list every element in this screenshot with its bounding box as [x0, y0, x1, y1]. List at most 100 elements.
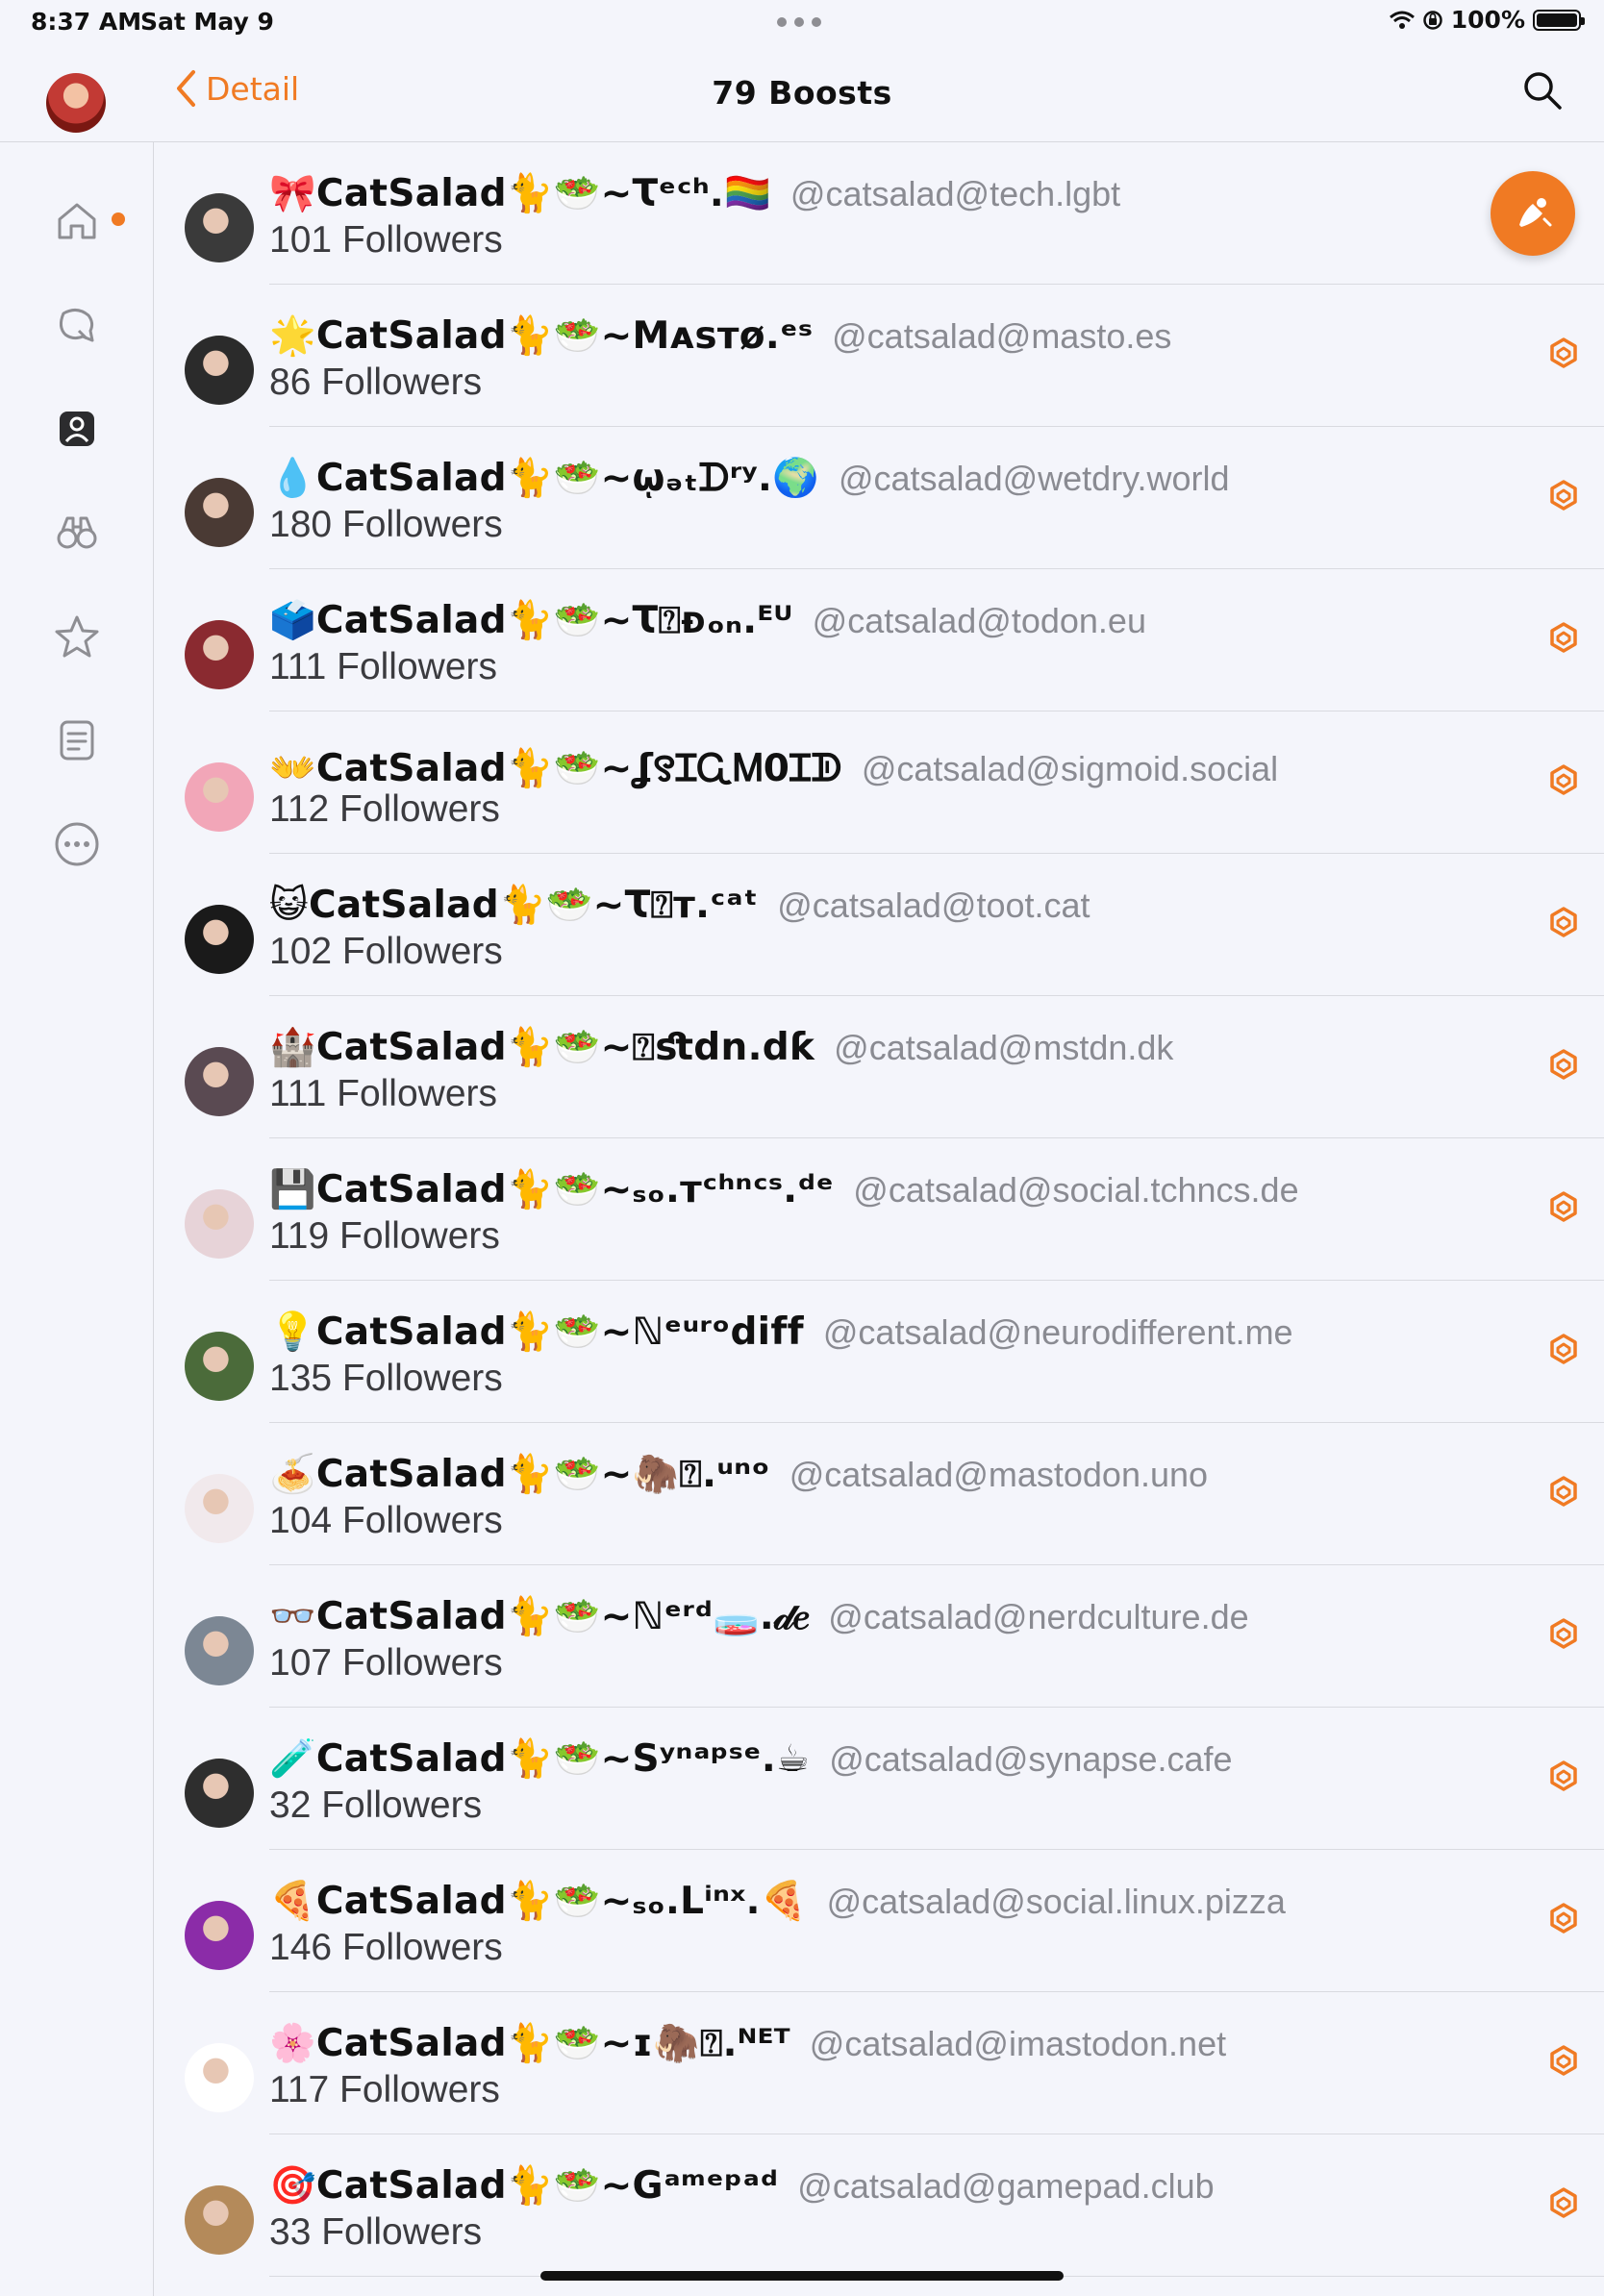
status-date: Sat May 9	[140, 8, 274, 36]
battery-icon	[1533, 9, 1585, 31]
boost-icon[interactable]	[1544, 2184, 1583, 2223]
notifications-icon	[59, 309, 94, 342]
user-avatar[interactable]	[185, 336, 254, 405]
user-avatar[interactable]	[185, 1189, 254, 1259]
display-name: 🏰CatSalad🐈🥗∼⍰ﬆdn.dƙ	[269, 1026, 815, 1069]
sidebar-item-profile[interactable]	[48, 400, 106, 458]
followers-count: 146 Followers	[269, 1927, 503, 1968]
name-line: 🎀CatSalad🐈🥗∼Ꚍᵉᶜʰ.🏳️‍🌈 @catsalad@tech.lgbt	[269, 171, 1469, 215]
user-row[interactable]: 😺CatSalad🐈🥗∼Ꚍ⍰ᴛ.ᶜᵃᵗ @catsalad@toot.cat 102…	[154, 854, 1604, 996]
boost-icon[interactable]	[1544, 1758, 1583, 1796]
boost-icon[interactable]	[1544, 1615, 1583, 1654]
followers-count: 32 Followers	[269, 1784, 483, 1826]
sidebar-item-more[interactable]	[48, 815, 106, 873]
name-line: 🍝CatSalad🐈🥗∼🦣⍰.ᵘⁿᵒ @catsalad@mastodon.uno	[269, 1452, 1469, 1496]
user-avatar[interactable]	[185, 478, 254, 547]
boost-icon[interactable]	[1544, 1046, 1583, 1085]
user-handle: @catsalad@neurodifferent.me	[822, 1312, 1293, 1352]
boost-icon[interactable]	[1544, 904, 1583, 942]
user-row[interactable]: 🌸CatSalad🐈🥗∼ɪ🦣⍰.ᴺᴱᵀ @catsalad@imastodon.n…	[154, 1992, 1604, 2134]
followers-count: 112 Followers	[269, 788, 500, 830]
user-row[interactable]: 💾CatSalad🐈🥗∼ₛₒ.ᴛᶜʰⁿᶜˢ.ᵈᵉ @catsalad@social…	[154, 1138, 1604, 1281]
home-indicator[interactable]	[540, 2271, 1064, 2281]
unread-dot	[112, 212, 125, 226]
user-avatar[interactable]	[185, 1759, 254, 1828]
more-icon	[55, 822, 99, 866]
user-avatar[interactable]	[185, 1047, 254, 1116]
user-avatar[interactable]	[185, 1474, 254, 1543]
compose-icon	[1519, 198, 1552, 227]
user-handle: @catsalad@mstdn.dk	[834, 1028, 1174, 1067]
followers-count: 104 Followers	[269, 1500, 503, 1541]
user-avatar[interactable]	[185, 1901, 254, 1970]
user-avatar[interactable]	[185, 1332, 254, 1401]
boost-icon[interactable]	[1544, 1188, 1583, 1227]
user-handle: @catsalad@social.tchncs.de	[853, 1170, 1299, 1210]
user-avatar[interactable]	[185, 762, 254, 832]
sidebar-item-lists[interactable]	[48, 711, 106, 769]
boost-icon[interactable]	[1544, 761, 1583, 800]
sidebar-item-explore[interactable]	[48, 504, 106, 562]
search-icon[interactable]	[1521, 69, 1564, 112]
followers-count: 101 Followers	[269, 219, 503, 261]
multitasking-dots-icon[interactable]	[777, 17, 821, 27]
status-indicators: 100%	[1389, 6, 1585, 34]
user-avatar[interactable]	[185, 2043, 254, 2112]
user-avatar[interactable]	[185, 2185, 254, 2255]
name-line: 🍕CatSalad🐈🥗∼ₛₒ.Lⁱⁿˣ.🍕 @catsalad@social.li…	[269, 1879, 1469, 1923]
user-row[interactable]: 🌟CatSalad🐈🥗∼Mᴀꜱᴛø.ᵉˢ @catsalad@masto.es 86…	[154, 285, 1604, 427]
name-line: 🗳️CatSalad🐈🥗∼Ꚍ⍰ᴆₒₙ.ᴱᵁ @catsalad@todon.eu	[269, 598, 1469, 642]
followers-count: 135 Followers	[269, 1358, 503, 1399]
user-row[interactable]: 💡CatSalad🐈🥗∼ℕᵉᵘʳᵒdiff @catsalad@neurodiff…	[154, 1281, 1604, 1423]
boost-icon[interactable]	[1544, 619, 1583, 658]
sidebar-item-favorites[interactable]	[48, 608, 106, 665]
followers-count: 180 Followers	[269, 504, 503, 545]
compose-button[interactable]	[1491, 171, 1575, 256]
user-row[interactable]: 🍕CatSalad🐈🥗∼ₛₒ.Lⁱⁿˣ.🍕 @catsalad@social.li…	[154, 1850, 1604, 1992]
status-time: 8:37 AM	[31, 8, 142, 36]
user-row[interactable]: 🗳️CatSalad🐈🥗∼Ꚍ⍰ᴆₒₙ.ᴱᵁ @catsalad@todon.eu 1…	[154, 569, 1604, 711]
display-name: 💡CatSalad🐈🥗∼ℕᵉᵘʳᵒdiff	[269, 1310, 804, 1354]
user-row[interactable]: 👐CatSalad🐈🥗∼ʆ꯱ꞮᏩᎷ0Ɪᗫ @catsalad@sigmoid.so…	[154, 711, 1604, 854]
user-avatar[interactable]	[185, 905, 254, 974]
followers-count: 102 Followers	[269, 931, 503, 972]
user-row[interactable]: 🍝CatSalad🐈🥗∼🦣⍰.ᵘⁿᵒ @catsalad@mastodon.uno…	[154, 1423, 1604, 1565]
followers-count: 119 Followers	[269, 1215, 500, 1257]
name-line: 💧CatSalad🐈🥗∼ῳₔₜᗪʳʸ.🌍 @catsalad@wetdry.wor…	[269, 456, 1469, 500]
user-avatar[interactable]	[185, 620, 254, 689]
display-name: 🎯CatSalad🐈🥗∼Gᵃᵐᵉᵖᵃᵈ	[269, 2164, 779, 2208]
user-row[interactable]: 🎀CatSalad🐈🥗∼Ꚍᵉᶜʰ.🏳️‍🌈 @catsalad@tech.lgbt…	[154, 142, 1604, 285]
display-name: 👓CatSalad🐈🥗∼ℕᵉʳᵈ🧫.𝒹𝑒	[269, 1595, 810, 1638]
user-row[interactable]: 👓CatSalad🐈🥗∼ℕᵉʳᵈ🧫.𝒹𝑒 @catsalad@nerdcultur…	[154, 1565, 1604, 1708]
boost-icon[interactable]	[1544, 1331, 1583, 1369]
display-name: 💧CatSalad🐈🥗∼ῳₔₜᗪʳʸ.🌍	[269, 457, 819, 500]
boost-icon[interactable]	[1544, 1473, 1583, 1511]
boosts-list: 🎀CatSalad🐈🥗∼Ꚍᵉᶜʰ.🏳️‍🌈 @catsalad@tech.lgbt…	[154, 142, 1604, 2277]
followers-count: 111 Followers	[269, 1073, 497, 1114]
user-avatar[interactable]	[185, 193, 254, 262]
boost-icon[interactable]	[1544, 335, 1583, 373]
boost-icon[interactable]	[1544, 1900, 1583, 1938]
sidebar-item-home[interactable]	[48, 192, 106, 250]
name-line: 🏰CatSalad🐈🥗∼⍰ﬆdn.dƙ @catsalad@mstdn.dk	[269, 1025, 1469, 1069]
name-line: 👓CatSalad🐈🥗∼ℕᵉʳᵈ🧫.𝒹𝑒 @catsalad@nerdcultur…	[269, 1594, 1469, 1638]
user-avatar[interactable]	[185, 1616, 254, 1685]
user-row[interactable]: 🎯CatSalad🐈🥗∼Gᵃᵐᵉᵖᵃᵈ @catsalad@gamepad.clu…	[154, 2134, 1604, 2277]
user-row[interactable]: 💧CatSalad🐈🥗∼ῳₔₜᗪʳʸ.🌍 @catsalad@wetdry.wor…	[154, 427, 1604, 569]
user-handle: @catsalad@masto.es	[832, 316, 1172, 356]
profile-icon	[60, 412, 94, 446]
sidebar-item-notifications[interactable]	[48, 296, 106, 354]
name-line: 🧪CatSalad🐈🥗∼Sʸⁿᵃᵖˢᵉ.☕ @catsalad@synapse.c…	[269, 1736, 1469, 1781]
display-name: 😺CatSalad🐈🥗∼Ꚍ⍰ᴛ.ᶜᵃᵗ	[269, 884, 759, 927]
user-row[interactable]: 🏰CatSalad🐈🥗∼⍰ﬆdn.dƙ @catsalad@mstdn.dk 111…	[154, 996, 1604, 1138]
user-handle: @catsalad@gamepad.club	[797, 2166, 1215, 2206]
boost-icon[interactable]	[1544, 2042, 1583, 2081]
user-row[interactable]: 🧪CatSalad🐈🥗∼Sʸⁿᵃᵖˢᵉ.☕ @catsalad@synapse.c…	[154, 1708, 1604, 1850]
user-handle: @catsalad@tech.lgbt	[789, 174, 1121, 213]
name-line: 😺CatSalad🐈🥗∼Ꚍ⍰ᴛ.ᶜᵃᵗ @catsalad@toot.cat	[269, 883, 1469, 927]
star-icon	[55, 615, 99, 658]
boost-icon[interactable]	[1544, 477, 1583, 515]
user-handle: @catsalad@sigmoid.social	[861, 749, 1279, 788]
name-line: 🌟CatSalad🐈🥗∼Mᴀꜱᴛø.ᵉˢ @catsalad@masto.es	[269, 313, 1469, 358]
page-title: 79 Boosts	[712, 74, 892, 112]
